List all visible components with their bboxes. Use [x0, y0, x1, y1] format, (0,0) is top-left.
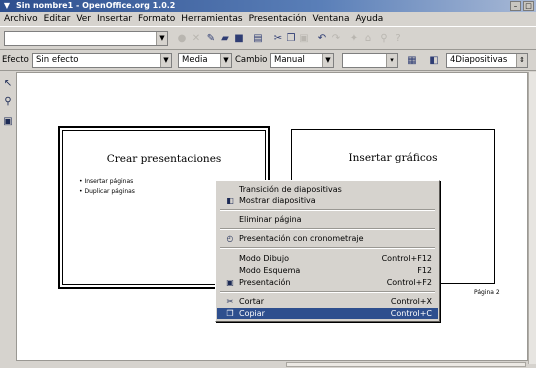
time-field[interactable]: ▾ — [342, 53, 398, 68]
help-icon[interactable]: ? — [392, 33, 404, 45]
menu-formato[interactable]: Formato — [138, 12, 175, 26]
context-menu: Transición de diapositivas ◧ Mostrar dia… — [215, 180, 440, 322]
menu-item-label: Presentación — [239, 278, 291, 287]
menu-item-label: Cortar — [239, 297, 265, 306]
bullet-item: • Insertar páginas — [79, 178, 134, 185]
menu-ver[interactable]: Ver — [76, 12, 91, 26]
print-icon[interactable]: ▤ — [252, 33, 264, 45]
chevron-down-icon[interactable]: ▼ — [160, 54, 171, 67]
copy-icon[interactable]: ❐ — [285, 33, 297, 45]
chevron-down-icon[interactable]: ▼ — [156, 32, 167, 45]
menu-ayuda[interactable]: Ayuda — [356, 12, 384, 26]
cut-icon[interactable]: ✂ — [272, 33, 284, 45]
menu-item-cronometraje[interactable]: ◴ Presentación con cronometraje — [217, 233, 438, 244]
menu-item-modo-esquema[interactable]: Modo Esquema F12 — [217, 265, 438, 276]
minimize-button[interactable]: – — [510, 1, 521, 11]
slides-per-row-field[interactable]: 4Diapositivas ⇕ — [446, 53, 528, 68]
zoom-icon[interactable]: ⚲ — [2, 96, 14, 108]
spin-icon[interactable]: ⇕ — [516, 54, 527, 67]
menu-separator — [220, 291, 435, 293]
copy-icon: ❐ — [226, 309, 234, 318]
effect-select-value: Sin efecto — [36, 55, 79, 65]
cut-icon: ✂ — [226, 297, 234, 306]
menu-item-transicion[interactable]: Transición de diapositivas — [217, 184, 438, 195]
horizontal-scrollbar[interactable] — [16, 360, 528, 368]
redo-icon[interactable]: ↷ — [330, 33, 342, 45]
function-toolbar: ▼ ● ✕ ✎ ▰ ■ ▤ ✂ ❐ ▣ ↶ ↷ ✦ ⌂ ⚲ ? — [0, 26, 536, 50]
menu-item-presentacion[interactable]: ▣ Presentación Control+F2 — [217, 277, 438, 288]
spin-icon[interactable]: ▾ — [386, 54, 397, 67]
menu-separator — [220, 209, 435, 211]
scrollbar-thumb[interactable] — [286, 362, 526, 367]
window-title: Sin nombre1 - OpenOffice.org 1.0.2 — [16, 1, 176, 10]
menu-item-eliminar-pagina[interactable]: Eliminar página — [217, 214, 438, 225]
page-label: Página 2 — [474, 289, 500, 296]
menu-item-label: Transición de diapositivas — [239, 185, 342, 194]
menu-bar: Archivo Editar Ver Insertar Formato Herr… — [0, 12, 536, 26]
menu-archivo[interactable]: Archivo — [4, 12, 38, 26]
cambio-label: Cambio — [235, 55, 268, 65]
title-bar: ▼ Sin nombre1 - OpenOffice.org 1.0.2 – □ — [0, 0, 536, 12]
undo-icon[interactable]: ↶ — [316, 33, 328, 45]
menu-item-label: Modo Dibujo — [239, 254, 289, 263]
menu-item-shortcut: Control+X — [390, 297, 432, 306]
menu-ventana[interactable]: Ventana — [313, 12, 350, 26]
menu-item-shortcut: F12 — [417, 266, 432, 275]
tool-column: ↖ ⚲ ▣ — [0, 72, 16, 368]
menu-item-label: Presentación con cronometraje — [239, 234, 364, 243]
effect-select[interactable]: Sin efecto ▼ — [32, 53, 172, 68]
show-slide-icon: ◧ — [226, 196, 234, 205]
bullet-item: • Duplicar páginas — [79, 188, 135, 195]
slideshow-toolbar: Efecto Sin efecto ▼ Media ▼ Cambio Manua… — [0, 51, 536, 71]
menu-item-cortar[interactable]: ✂ Cortar Control+X — [217, 296, 438, 307]
chevron-down-icon[interactable]: ▼ — [220, 54, 231, 67]
menu-item-shortcut: Control+C — [390, 309, 432, 318]
change-select-value: Manual — [274, 55, 305, 65]
maximize-button[interactable]: □ — [523, 1, 534, 11]
menu-item-copiar[interactable]: ❐ Copiar Control+C — [217, 308, 438, 319]
stop-icon[interactable]: ✕ — [190, 33, 202, 45]
slides-per-row-value: 4Diapositivas — [450, 55, 508, 65]
menu-insertar[interactable]: Insertar — [97, 12, 132, 26]
slide-bullets: • Insertar páginas • Duplicar páginas — [79, 177, 135, 197]
open-icon[interactable]: ▰ — [219, 33, 231, 45]
menu-herramientas[interactable]: Herramientas — [181, 12, 242, 26]
url-combo[interactable]: ▼ — [4, 31, 168, 46]
save-icon[interactable]: ■ — [233, 33, 245, 45]
slide-view-icon[interactable]: ▦ — [406, 55, 418, 67]
menu-item-label: Mostrar diapositiva — [239, 196, 316, 205]
vertical-scrollbar[interactable] — [528, 72, 536, 364]
presentation-icon[interactable]: ▣ — [2, 116, 14, 128]
zoom-icon[interactable]: ⚲ — [378, 33, 390, 45]
speed-select[interactable]: Media ▼ — [178, 53, 232, 68]
window-menu-icon[interactable]: ▼ — [2, 1, 12, 11]
chevron-down-icon[interactable]: ▼ — [322, 54, 333, 67]
menu-item-modo-dibujo[interactable]: Modo Dibujo Control+F12 — [217, 253, 438, 264]
menu-separator — [220, 228, 435, 230]
menu-item-label: Modo Esquema — [239, 266, 301, 275]
edit-file-icon[interactable]: ✎ — [205, 33, 217, 45]
select-arrow-icon[interactable]: ↖ — [2, 78, 14, 90]
menu-editar[interactable]: Editar — [44, 12, 71, 26]
menu-item-label: Eliminar página — [239, 215, 302, 224]
menu-separator — [220, 247, 435, 249]
slide-title: Crear presentaciones — [106, 153, 222, 165]
presentation-icon: ▣ — [226, 278, 234, 287]
gallery-icon[interactable]: ⌂ — [362, 33, 374, 45]
menu-item-shortcut: Control+F2 — [386, 278, 432, 287]
rehearse-timing-icon: ◴ — [226, 234, 234, 243]
menu-item-mostrar-diapositiva[interactable]: ◧ Mostrar diapositiva — [217, 195, 438, 206]
menu-item-label: Copiar — [239, 309, 265, 318]
navigator-icon[interactable]: ✦ — [348, 33, 360, 45]
speed-select-value: Media — [182, 55, 208, 65]
change-select[interactable]: Manual ▼ — [270, 53, 334, 68]
efecto-label: Efecto — [2, 55, 29, 65]
menu-item-shortcut: Control+F12 — [381, 254, 432, 263]
paste-icon[interactable]: ▣ — [298, 33, 310, 45]
menu-presentacion[interactable]: Presentación — [249, 12, 307, 26]
show-slide-icon[interactable]: ◧ — [428, 55, 440, 67]
go-icon[interactable]: ● — [176, 33, 188, 45]
slide-title: Insertar gráficos — [348, 152, 438, 164]
